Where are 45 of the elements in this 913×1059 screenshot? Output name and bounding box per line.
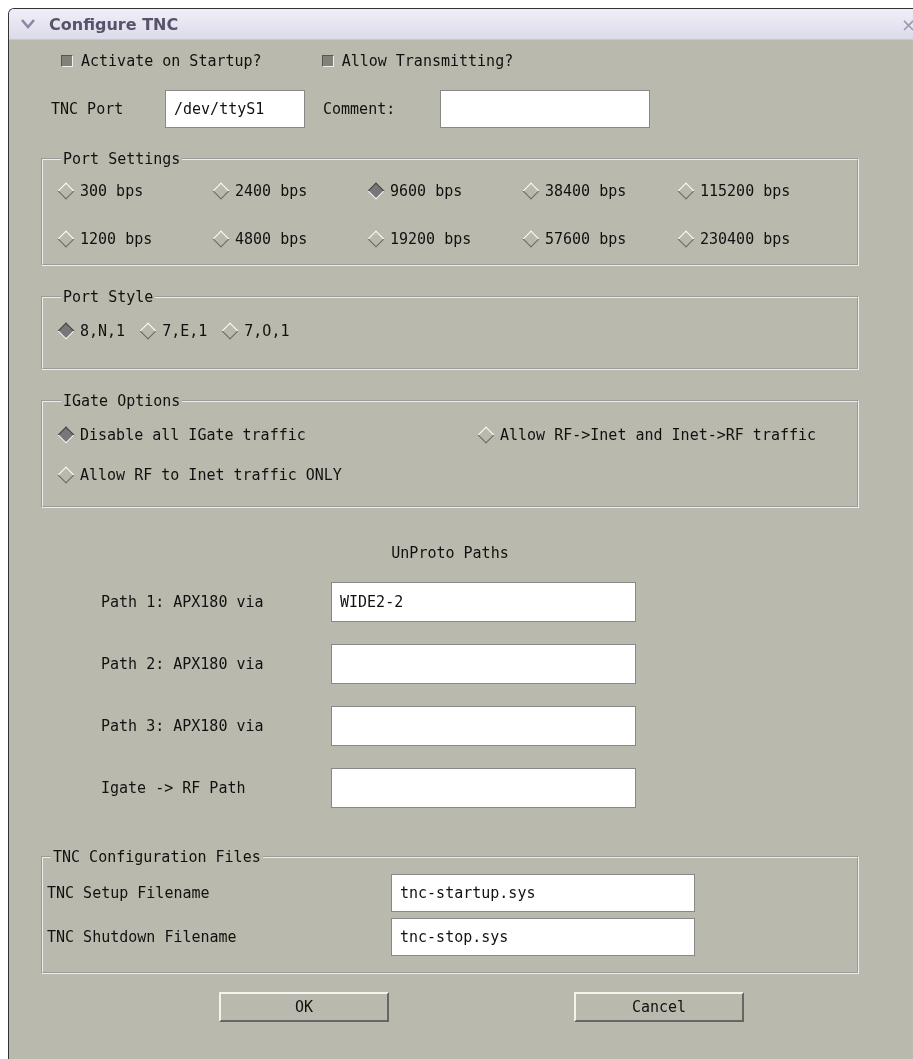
checkbox-label: Allow Transmitting? (341, 52, 514, 70)
input-field[interactable]: tnc-startup.sys (391, 874, 695, 912)
radio-label: 19200 bps (390, 230, 472, 248)
field-label: Comment: (322, 100, 397, 118)
radio-label: 230400 bps (700, 230, 791, 248)
radio-label: 2400 bps (235, 182, 308, 200)
group-title: Port Settings (62, 150, 182, 168)
radio-label: 7,O,1 (244, 322, 290, 340)
group-title: IGate Options (62, 392, 182, 410)
input-field[interactable] (440, 90, 650, 128)
input-field[interactable] (331, 644, 636, 684)
group-title: TNC Configuration Files (52, 848, 262, 866)
input-field[interactable]: WIDE2-2 (331, 582, 636, 622)
checkbox-label: Activate on Startup? (81, 52, 262, 70)
field-label: TNC Setup Filename (47, 884, 211, 902)
radio-label: 300 bps (80, 182, 144, 200)
radio-label: 1200 bps (80, 230, 153, 248)
cancel-button[interactable]: Cancel (574, 992, 744, 1022)
field-label: Igate -> RF Path (100, 779, 247, 797)
group-title: Port Style (62, 288, 155, 306)
field-label: TNC Port (50, 100, 125, 118)
chevron-down-icon[interactable] (21, 19, 35, 29)
ok-button[interactable]: OK (219, 992, 389, 1022)
radio-label: 115200 bps (700, 182, 791, 200)
radio-label: Disable all IGate traffic (80, 426, 306, 444)
radio-label: 8,N,1 (80, 322, 126, 340)
radio-label: 38400 bps (545, 182, 627, 200)
radio-label: Allow RF to Inet traffic ONLY (80, 466, 342, 484)
section-title: UnProto Paths (390, 544, 510, 562)
field-label: Path 3: APX180 via (100, 717, 265, 735)
field-label: Path 1: APX180 via (100, 593, 265, 611)
radio-label: 7,E,1 (162, 322, 208, 340)
radio-label: 9600 bps (390, 182, 463, 200)
input-field[interactable]: tnc-stop.sys (391, 918, 695, 956)
input-field[interactable] (331, 768, 636, 808)
checkbox[interactable] (61, 55, 73, 67)
radio-label: 4800 bps (235, 230, 308, 248)
input-field[interactable]: /dev/ttyS1 (165, 90, 305, 128)
window-title: Configure TNC (49, 14, 179, 34)
input-field[interactable] (331, 706, 636, 746)
radio-label: 57600 bps (545, 230, 627, 248)
radio-label: Allow RF->Inet and Inet->RF traffic (500, 426, 817, 444)
field-label: TNC Shutdown Filename (47, 928, 238, 946)
checkbox[interactable] (321, 55, 334, 67)
field-label: Path 2: APX180 via (100, 655, 265, 673)
